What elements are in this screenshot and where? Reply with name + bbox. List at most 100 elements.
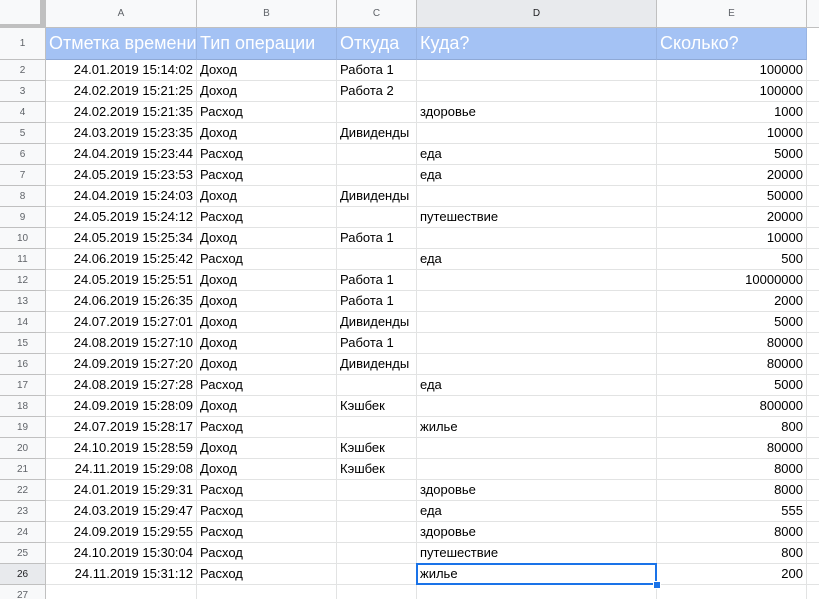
row-header-13[interactable]: 13 [0,291,46,312]
table-cell[interactable] [417,396,657,417]
table-cell[interactable] [417,81,657,102]
table-cell[interactable]: Расход [197,165,337,186]
table-cell[interactable]: 50000 [657,186,807,207]
table-cell[interactable]: 200 [657,564,807,585]
table-cell[interactable]: 24.10.2019 15:30:04 [46,543,197,564]
table-cell-stub[interactable] [807,417,819,438]
table-cell[interactable] [337,585,417,599]
header-cell[interactable]: Сколько? [657,28,807,60]
table-cell[interactable] [337,144,417,165]
table-cell[interactable]: 800 [657,543,807,564]
table-cell[interactable]: 24.02.2019 15:21:25 [46,81,197,102]
table-cell[interactable]: 10000000 [657,270,807,291]
table-cell[interactable]: 24.09.2019 15:28:09 [46,396,197,417]
table-cell[interactable] [337,522,417,543]
table-cell[interactable]: 24.06.2019 15:26:35 [46,291,197,312]
table-cell[interactable]: Работа 2 [337,81,417,102]
table-cell-stub[interactable] [807,291,819,312]
row-header-3[interactable]: 3 [0,81,46,102]
table-cell[interactable]: Доход [197,81,337,102]
table-cell[interactable]: Кэшбек [337,459,417,480]
table-cell[interactable]: 24.04.2019 15:23:44 [46,144,197,165]
table-cell[interactable]: 24.08.2019 15:27:28 [46,375,197,396]
table-cell[interactable] [337,207,417,228]
table-cell-stub[interactable] [807,564,819,585]
select-all-corner[interactable] [0,0,46,28]
table-cell-stub[interactable] [807,165,819,186]
table-cell[interactable]: 24.01.2019 15:14:02 [46,60,197,81]
table-cell[interactable] [417,186,657,207]
row-header-12[interactable]: 12 [0,270,46,291]
table-cell[interactable] [417,291,657,312]
table-cell[interactable]: 24.11.2019 15:31:12 [46,564,197,585]
row-header-4[interactable]: 4 [0,102,46,123]
table-cell[interactable]: 24.05.2019 15:23:53 [46,165,197,186]
table-cell-stub[interactable] [807,459,819,480]
table-cell[interactable]: Доход [197,228,337,249]
table-cell[interactable]: здоровье [417,480,657,501]
table-cell[interactable] [337,543,417,564]
table-cell[interactable]: Доход [197,438,337,459]
table-cell[interactable] [46,585,197,599]
table-cell[interactable]: Дивиденды [337,354,417,375]
table-cell[interactable]: еда [417,375,657,396]
table-cell-stub[interactable] [807,123,819,144]
table-cell-stub[interactable] [807,81,819,102]
table-cell[interactable]: 24.05.2019 15:25:34 [46,228,197,249]
row-header-8[interactable]: 8 [0,186,46,207]
table-cell[interactable]: 80000 [657,333,807,354]
table-cell[interactable]: 20000 [657,165,807,186]
table-cell[interactable] [337,564,417,585]
row-header-15[interactable]: 15 [0,333,46,354]
row-header-6[interactable]: 6 [0,144,46,165]
table-cell[interactable]: Расход [197,144,337,165]
table-cell[interactable]: 24.07.2019 15:28:17 [46,417,197,438]
table-cell[interactable]: Расход [197,417,337,438]
table-cell-stub[interactable] [807,354,819,375]
table-cell[interactable]: Работа 1 [337,333,417,354]
table-cell[interactable]: 5000 [657,312,807,333]
table-cell[interactable] [417,228,657,249]
table-cell[interactable]: Расход [197,102,337,123]
table-cell-stub[interactable] [807,270,819,291]
table-cell[interactable] [417,60,657,81]
table-cell-stub[interactable] [807,501,819,522]
row-header-9[interactable]: 9 [0,207,46,228]
table-cell-stub[interactable] [807,333,819,354]
table-cell[interactable]: Доход [197,186,337,207]
table-cell[interactable]: здоровье [417,102,657,123]
table-cell-stub[interactable] [807,375,819,396]
table-cell-stub[interactable] [807,312,819,333]
table-cell[interactable]: Доход [197,312,337,333]
table-cell[interactable] [197,585,337,599]
table-cell[interactable]: Работа 1 [337,228,417,249]
table-cell[interactable]: Доход [197,459,337,480]
row-header-27[interactable]: 27 [0,585,46,599]
header-cell[interactable]: Куда? [417,28,657,60]
table-cell[interactable]: 24.07.2019 15:27:01 [46,312,197,333]
table-cell[interactable] [337,501,417,522]
table-cell[interactable]: путешествие [417,543,657,564]
table-cell[interactable]: Расход [197,249,337,270]
table-cell[interactable]: 100000 [657,60,807,81]
table-cell-stub[interactable] [807,207,819,228]
table-cell[interactable]: Доход [197,270,337,291]
row-header-7[interactable]: 7 [0,165,46,186]
column-header-stub[interactable] [807,0,819,28]
column-header-a[interactable]: A [46,0,197,28]
fill-handle[interactable] [653,581,661,589]
column-header-b[interactable]: B [197,0,337,28]
table-cell[interactable]: еда [417,165,657,186]
table-cell[interactable] [337,165,417,186]
table-cell[interactable]: Кэшбек [337,438,417,459]
table-cell[interactable]: 8000 [657,522,807,543]
table-cell[interactable]: Расход [197,564,337,585]
table-cell[interactable]: 5000 [657,144,807,165]
table-cell[interactable]: 24.05.2019 15:25:51 [46,270,197,291]
table-cell[interactable]: 24.03.2019 15:23:35 [46,123,197,144]
table-cell[interactable]: 24.06.2019 15:25:42 [46,249,197,270]
table-cell[interactable]: 5000 [657,375,807,396]
table-cell[interactable]: Дивиденды [337,123,417,144]
table-cell-stub[interactable] [807,480,819,501]
table-cell[interactable]: 24.09.2019 15:29:55 [46,522,197,543]
